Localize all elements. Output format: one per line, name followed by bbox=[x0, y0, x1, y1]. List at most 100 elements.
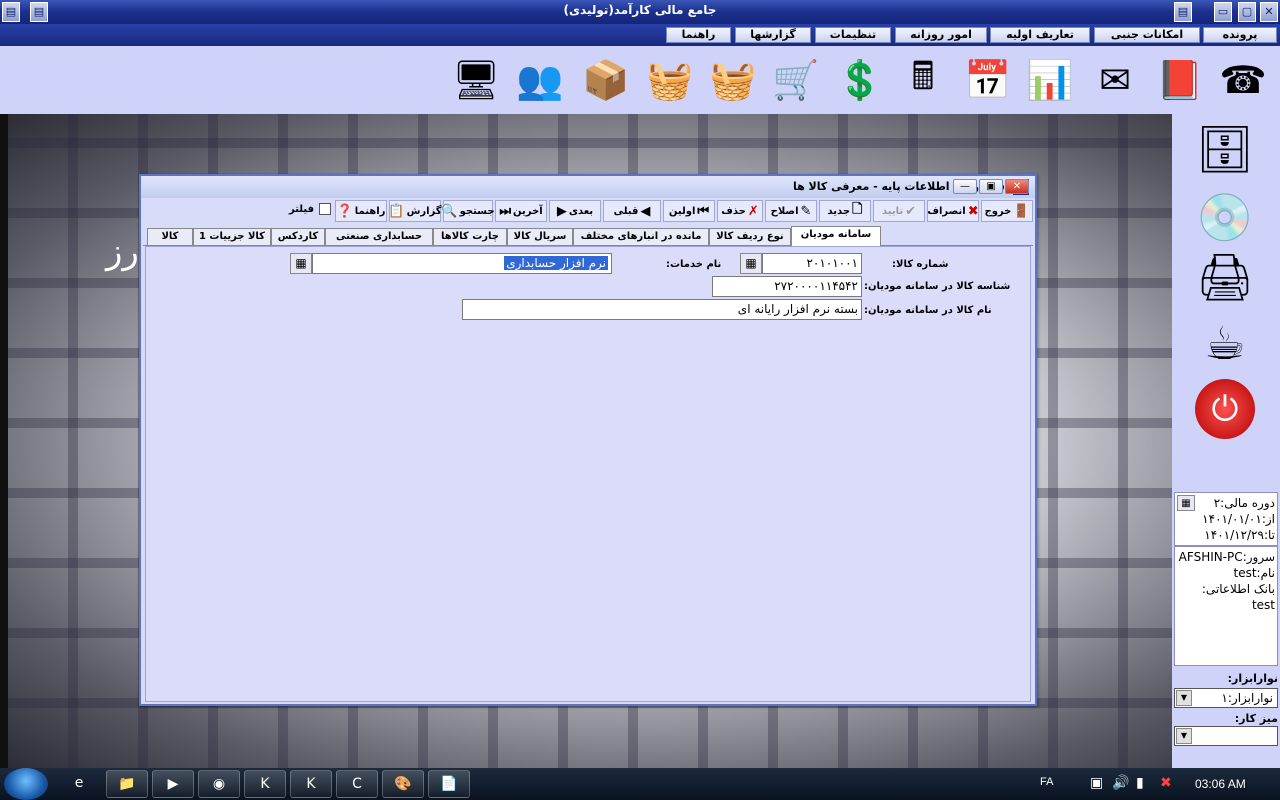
report-button[interactable]: گزارش 📋 bbox=[388, 200, 442, 222]
chrome-icon[interactable]: ◉ bbox=[198, 770, 240, 798]
desk-label: میز کار: bbox=[1234, 712, 1278, 725]
item-definition-form: K فرم ورود اطلاعات پایه - معرفی کالا ها … bbox=[139, 174, 1037, 706]
media-player-icon[interactable]: ▶ bbox=[152, 770, 194, 798]
tab-item-details[interactable]: کالا جزییات 1 bbox=[193, 228, 271, 245]
notepad-icon[interactable]: 📄 bbox=[428, 770, 470, 798]
menu-file[interactable]: پرونده bbox=[1203, 27, 1277, 43]
check-icon: ✔ bbox=[905, 203, 917, 219]
help-button[interactable]: راهنما ❓ bbox=[335, 200, 387, 222]
tab-taxpayer-system[interactable]: سامانه مودیان bbox=[791, 226, 881, 246]
monitor-dashboard-icon[interactable]: 🖥 bbox=[446, 50, 506, 110]
service-name-lookup-icon[interactable]: ▦ bbox=[290, 253, 312, 274]
tab-item-serial[interactable]: سریال کالا bbox=[507, 228, 573, 245]
invoice-money-icon[interactable]: 💲 bbox=[830, 50, 890, 110]
main-toolbar: ☎ 📕 ✉ 📊 📅 🖩 💲 🛒 🧺 🧺 📦 👥 🖥 bbox=[0, 46, 1280, 114]
tray-device-icon[interactable]: ▣ bbox=[1090, 775, 1103, 791]
help-question-icon: ❓ bbox=[336, 203, 353, 219]
printer-icon[interactable]: 🖨 bbox=[1190, 244, 1260, 310]
close-icon[interactable]: ✕ bbox=[1260, 2, 1278, 22]
clock[interactable]: 03:06 AM bbox=[1195, 777, 1246, 791]
tab-industrial-accounting[interactable]: حسابداری صنعتی bbox=[325, 228, 433, 245]
app-title-bar: ▤ ▤ جامع مالی کارآمد(تولیدی) ▤ ▭ ▢ ✕ bbox=[0, 0, 1280, 24]
delete-button[interactable]: ✗ حذف bbox=[717, 200, 763, 222]
first-button[interactable]: ⏮ اولین bbox=[663, 200, 715, 222]
database-value: test bbox=[1251, 598, 1275, 612]
minimize-icon[interactable]: ▭ bbox=[1214, 2, 1232, 22]
karamad-app-icon[interactable]: K bbox=[244, 770, 286, 798]
network-warning-icon[interactable]: ✖ bbox=[1160, 775, 1172, 791]
tab-warehouse-balance[interactable]: مانده در انبارهای مختلف bbox=[573, 228, 709, 245]
presentation-chart-icon[interactable]: 📊 bbox=[1020, 50, 1080, 110]
ie-browser-icon[interactable]: e bbox=[58, 770, 100, 798]
coffee-cup-icon[interactable]: ☕ bbox=[1190, 310, 1260, 376]
return-basket-icon[interactable]: 🧺 bbox=[703, 50, 763, 110]
last-button[interactable]: آخرین ⏭ bbox=[495, 200, 547, 222]
toolbar-select[interactable]: نوارابزار:۱ ▼ bbox=[1174, 688, 1278, 708]
desk-select[interactable]: ▼ bbox=[1174, 726, 1278, 746]
database-icon[interactable]: 🗄 bbox=[1190, 116, 1260, 182]
backup-disc-icon[interactable]: 💿 bbox=[1190, 184, 1260, 250]
paint-icon[interactable]: 🎨 bbox=[382, 770, 424, 798]
search-button[interactable]: جستجو 🔍 bbox=[441, 200, 495, 222]
menu-settings[interactable]: تنظیمات bbox=[815, 27, 891, 43]
form-tabs: سامانه مودیان نوع ردیف کالا مانده در انب… bbox=[143, 226, 1033, 246]
filter-checkbox[interactable] bbox=[319, 203, 331, 215]
language-indicator[interactable]: FA bbox=[1040, 776, 1053, 788]
calendar-icon[interactable]: ▦ bbox=[1177, 495, 1195, 511]
server-info-box: سرور:AFSHIN-PC نام:test بانک اطلاعاتی: t… bbox=[1174, 546, 1278, 666]
maximize-icon[interactable]: ▢ bbox=[1238, 2, 1256, 22]
item-code-lookup-icon[interactable]: ▦ bbox=[740, 253, 762, 274]
confirm-button[interactable]: ✔ تایید bbox=[873, 200, 925, 222]
taxpayer-name-field[interactable]: بسته نرم افزار رایانه ای bbox=[462, 299, 862, 320]
phone-icon[interactable]: ☎ bbox=[1213, 50, 1273, 110]
edit-button[interactable]: ✎ اصلاح bbox=[765, 200, 817, 222]
taxpayer-id-field[interactable]: ۲۷۲۰۰۰۰۱۱۴۵۴۲ bbox=[712, 276, 862, 297]
search-icon: 🔍 bbox=[441, 203, 458, 219]
notebook-icon[interactable]: 📕 bbox=[1150, 50, 1210, 110]
service-name-value: نرم افزار حسابداری bbox=[504, 256, 608, 270]
last-record-icon: ⏭ bbox=[499, 203, 512, 219]
exit-button[interactable]: 🚪 خروج bbox=[981, 200, 1033, 222]
sell-cart-icon[interactable]: 🛒 bbox=[766, 50, 826, 110]
camtasia-icon[interactable]: C bbox=[336, 770, 378, 798]
next-record-icon: ▶ bbox=[556, 203, 567, 219]
cancel-button[interactable]: ✖ انصراف bbox=[927, 200, 979, 222]
next-button[interactable]: بعدی ▶ bbox=[549, 200, 601, 222]
menu-daily[interactable]: امور روزانه bbox=[895, 27, 987, 43]
network-signal-icon[interactable]: ▮ bbox=[1136, 775, 1144, 791]
file-explorer-icon[interactable]: 📁 bbox=[106, 770, 148, 798]
previous-button[interactable]: ◀ قبلی bbox=[603, 200, 661, 222]
mail-icon[interactable]: ✉ bbox=[1085, 50, 1145, 110]
tab-cardex[interactable]: کاردکس bbox=[271, 228, 325, 245]
menu-extras[interactable]: امکانات جنبی bbox=[1094, 27, 1200, 43]
form-close-icon[interactable]: ✕ bbox=[1005, 179, 1029, 194]
item-code-field[interactable]: ۲۰۱۰۱۰۰۱ bbox=[762, 253, 862, 274]
karamad-app-2-icon[interactable]: K bbox=[290, 770, 332, 798]
purchase-basket-icon[interactable]: 🧺 bbox=[640, 50, 700, 110]
chevron-down-icon[interactable]: ▼ bbox=[1176, 690, 1192, 706]
form-minimize-icon[interactable]: — bbox=[953, 179, 977, 194]
calculator-icon[interactable]: 🖩 bbox=[893, 50, 953, 110]
power-icon[interactable]: ⏻ bbox=[1190, 376, 1260, 442]
tab-item[interactable]: کالا bbox=[147, 228, 193, 245]
chevron-down-icon[interactable]: ▼ bbox=[1176, 728, 1192, 744]
menu-definitions[interactable]: تعاریف اولیه bbox=[990, 27, 1090, 43]
users-settings-icon[interactable]: 👥 bbox=[510, 50, 570, 110]
restore-icon[interactable]: ▤ bbox=[1174, 2, 1192, 22]
menu-help[interactable]: راهنما bbox=[666, 27, 731, 43]
calendar-clock-icon[interactable]: 📅 bbox=[958, 50, 1018, 110]
service-name-field[interactable]: نرم افزار حسابداری bbox=[312, 253, 612, 274]
fiscal-period-box: دوره مالی:۲ از:۱۴۰۱/۰۱/۰۱ تا:۱۴۰۱/۱۲/۲۹ … bbox=[1174, 492, 1278, 546]
toolbar-select-value: نوارابزار:۱ bbox=[1221, 691, 1273, 705]
menu-reports[interactable]: گزارشها bbox=[735, 27, 811, 43]
desktop-overlay-text: رز bbox=[106, 232, 139, 272]
tab-items-chart[interactable]: چارت کالاها bbox=[433, 228, 507, 245]
tab-item-row-type[interactable]: نوع ردیف کالا bbox=[709, 228, 791, 245]
new-button[interactable]: 🗋 جدید bbox=[819, 200, 871, 222]
start-button[interactable] bbox=[4, 768, 48, 800]
filter-label: فیلتر bbox=[289, 204, 315, 215]
form-maximize-icon[interactable]: ▣ bbox=[979, 179, 1003, 194]
delivery-cart-icon[interactable]: 📦 bbox=[576, 50, 636, 110]
app-title: جامع مالی کارآمد(تولیدی) bbox=[563, 3, 717, 17]
volume-icon[interactable]: 🔊 bbox=[1112, 775, 1129, 791]
